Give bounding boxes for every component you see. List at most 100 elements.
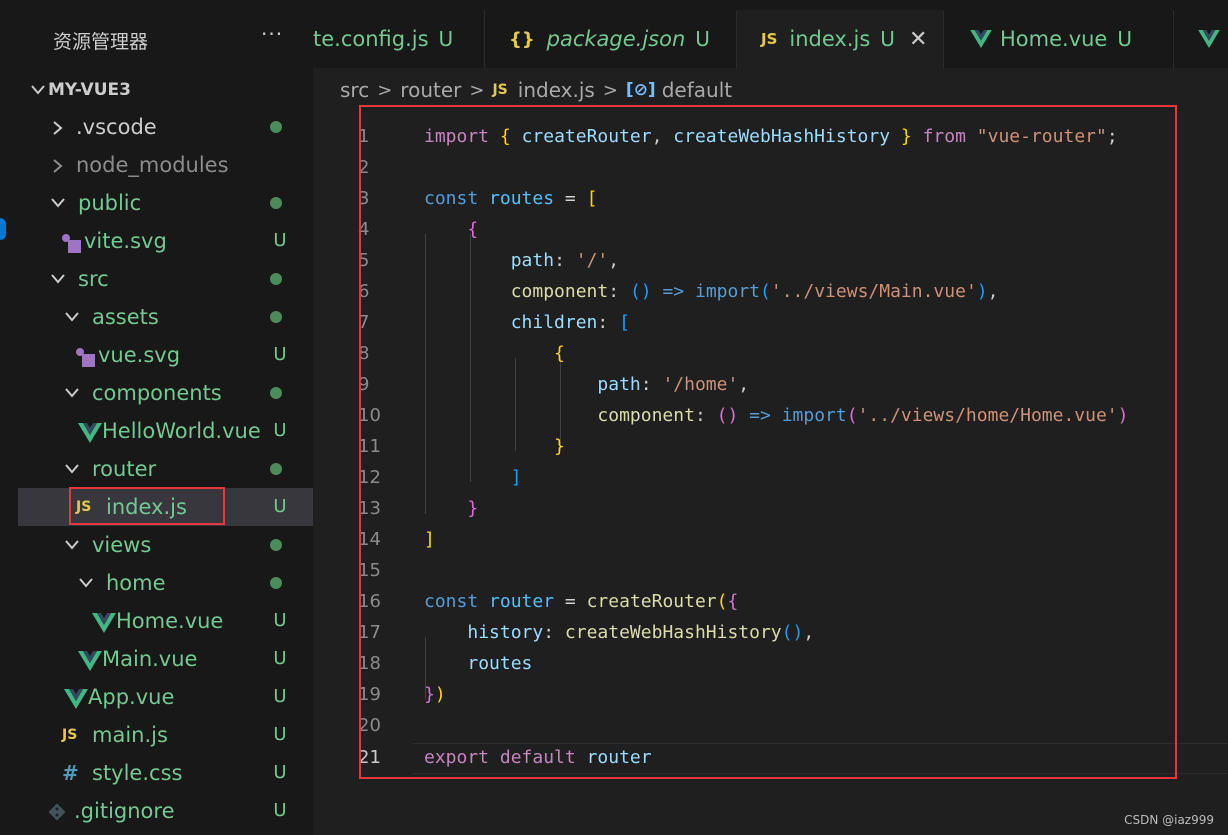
tree-item-assets[interactable]: assets xyxy=(0,298,313,336)
breadcrumb-item[interactable]: default xyxy=(662,78,732,102)
close-icon[interactable]: ✕ xyxy=(909,27,927,52)
tab-label: package.json xyxy=(546,27,686,51)
tree-item-label: src xyxy=(78,267,109,291)
chevron-down-icon xyxy=(28,78,48,102)
chevron-down-icon xyxy=(62,381,82,405)
vue-file-icon xyxy=(970,29,992,49)
chevron-down-icon xyxy=(62,457,82,481)
vue-file-icon xyxy=(1198,29,1220,49)
tree-item-vue-svg[interactable]: vue.svg U xyxy=(0,336,313,374)
more-actions-icon[interactable]: ··· xyxy=(261,22,283,46)
git-status: U xyxy=(273,800,287,821)
tab-package-json[interactable]: {} package.json U xyxy=(485,10,737,68)
tree-item-label: vue.svg xyxy=(98,343,181,367)
watermark: CSDN @iaz999 xyxy=(1124,813,1214,827)
tab-overflow[interactable] xyxy=(1174,10,1228,68)
tree-item-gitignore[interactable]: .gitignore U xyxy=(0,792,313,830)
git-status: U xyxy=(273,762,287,783)
chevron-right-icon: > xyxy=(602,79,618,101)
tab-index-js[interactable]: JS index.js U ✕ xyxy=(737,10,944,68)
tree-item-label: .vscode xyxy=(76,115,157,139)
tree-item-label: public xyxy=(78,191,142,215)
git-status: U xyxy=(273,230,287,251)
tree-item-label: App.vue xyxy=(88,685,175,709)
tab-git-status: U xyxy=(1117,27,1132,51)
breadcrumb-item[interactable]: src xyxy=(340,78,369,102)
tree-item-label: node_modules xyxy=(76,153,229,177)
tree-item-label: HelloWorld.vue xyxy=(102,419,261,443)
tree-item-app-vue[interactable]: App.vue U xyxy=(0,678,313,716)
tree-item-style-css[interactable]: # style.css U xyxy=(0,754,313,792)
git-status: U xyxy=(273,420,287,441)
tree-item-label: components xyxy=(92,381,222,405)
svg-file-icon xyxy=(58,222,88,260)
tree-item-label: vite.svg xyxy=(84,229,167,253)
status-dot xyxy=(270,387,282,399)
chevron-right-icon xyxy=(48,115,68,139)
json-file-icon: {} xyxy=(509,28,535,50)
tree-item-label: main.js xyxy=(92,723,168,747)
tree-item-components[interactable]: components xyxy=(0,374,313,412)
status-dot xyxy=(270,463,282,475)
status-dot xyxy=(270,273,282,285)
status-dot xyxy=(270,577,282,589)
tree-item-label: views xyxy=(92,533,152,557)
svg-file-icon xyxy=(72,336,102,374)
vue-file-icon xyxy=(74,412,104,450)
tab-label: te.config.js xyxy=(313,27,429,51)
tree-item-views[interactable]: views xyxy=(0,526,313,564)
tree-item-main-js[interactable]: JS main.js U xyxy=(0,716,313,754)
workspace-root[interactable]: MY-VUE3 xyxy=(28,78,131,102)
css-file-icon: # xyxy=(62,761,79,785)
chevron-down-icon xyxy=(48,267,68,291)
chevron-down-icon xyxy=(76,571,96,595)
tree-item-public[interactable]: public xyxy=(0,184,313,222)
git-status: U xyxy=(273,686,287,707)
tree-item-home-vue[interactable]: Home.vue U xyxy=(0,602,313,640)
tree-item-label: .gitignore xyxy=(74,799,175,823)
tab-git-status: U xyxy=(880,27,895,51)
chevron-right-icon: > xyxy=(377,79,393,101)
breadcrumb-item[interactable]: router xyxy=(400,78,461,102)
tree-item-label: style.css xyxy=(92,761,183,785)
chevron-down-icon xyxy=(48,191,68,215)
git-status: U xyxy=(273,496,287,517)
tree-item-main-vue[interactable]: Main.vue U xyxy=(0,640,313,678)
chevron-down-icon xyxy=(62,533,82,557)
tree-item-label: Main.vue xyxy=(102,647,198,671)
explorer-sidebar: 资源管理器 ··· MY-VUE3 .vscode node_modules p… xyxy=(0,0,313,835)
tree-item-home[interactable]: home xyxy=(0,564,313,602)
chevron-right-icon: > xyxy=(469,79,485,101)
tab-vite-config[interactable]: te.config.js U xyxy=(313,10,485,68)
git-status: U xyxy=(273,344,287,365)
tab-bar: te.config.js U {} package.json U JS inde… xyxy=(313,0,1228,68)
tree-item-label: assets xyxy=(92,305,159,329)
status-dot xyxy=(270,539,282,551)
explorer-title: 资源管理器 xyxy=(53,31,149,53)
js-file-icon: JS xyxy=(62,727,78,743)
vue-file-icon xyxy=(60,678,90,716)
tree-item-src[interactable]: src xyxy=(0,260,313,298)
tree-item-vite-svg[interactable]: vite.svg U xyxy=(0,222,313,260)
breadcrumb-item[interactable]: index.js xyxy=(518,78,595,102)
git-status: U xyxy=(273,610,287,631)
status-dot xyxy=(270,197,282,209)
tab-label: index.js xyxy=(789,27,871,51)
tree-item-label: router xyxy=(92,457,157,481)
git-status: U xyxy=(273,648,287,669)
tab-git-status: U xyxy=(438,27,454,51)
tree-item-vscode[interactable]: .vscode xyxy=(0,108,313,146)
workspace-root-label: MY-VUE3 xyxy=(48,80,131,100)
tree-item-node-modules[interactable]: node_modules xyxy=(0,146,313,184)
js-file-icon: JS xyxy=(761,30,778,48)
status-dot xyxy=(270,311,282,323)
tab-label: Home.vue xyxy=(1000,27,1108,51)
tree-item-helloworld-vue[interactable]: HelloWorld.vue U xyxy=(0,412,313,450)
vue-file-icon xyxy=(88,602,118,640)
code-highlight-box xyxy=(359,105,1177,779)
tree-item-router[interactable]: router xyxy=(0,450,313,488)
selection-highlight-box xyxy=(69,487,225,525)
vue-file-icon xyxy=(74,640,104,678)
tab-home-vue[interactable]: Home.vue U xyxy=(944,10,1174,68)
breadcrumb: src > router > JS index.js > [⊘] default xyxy=(340,76,732,104)
